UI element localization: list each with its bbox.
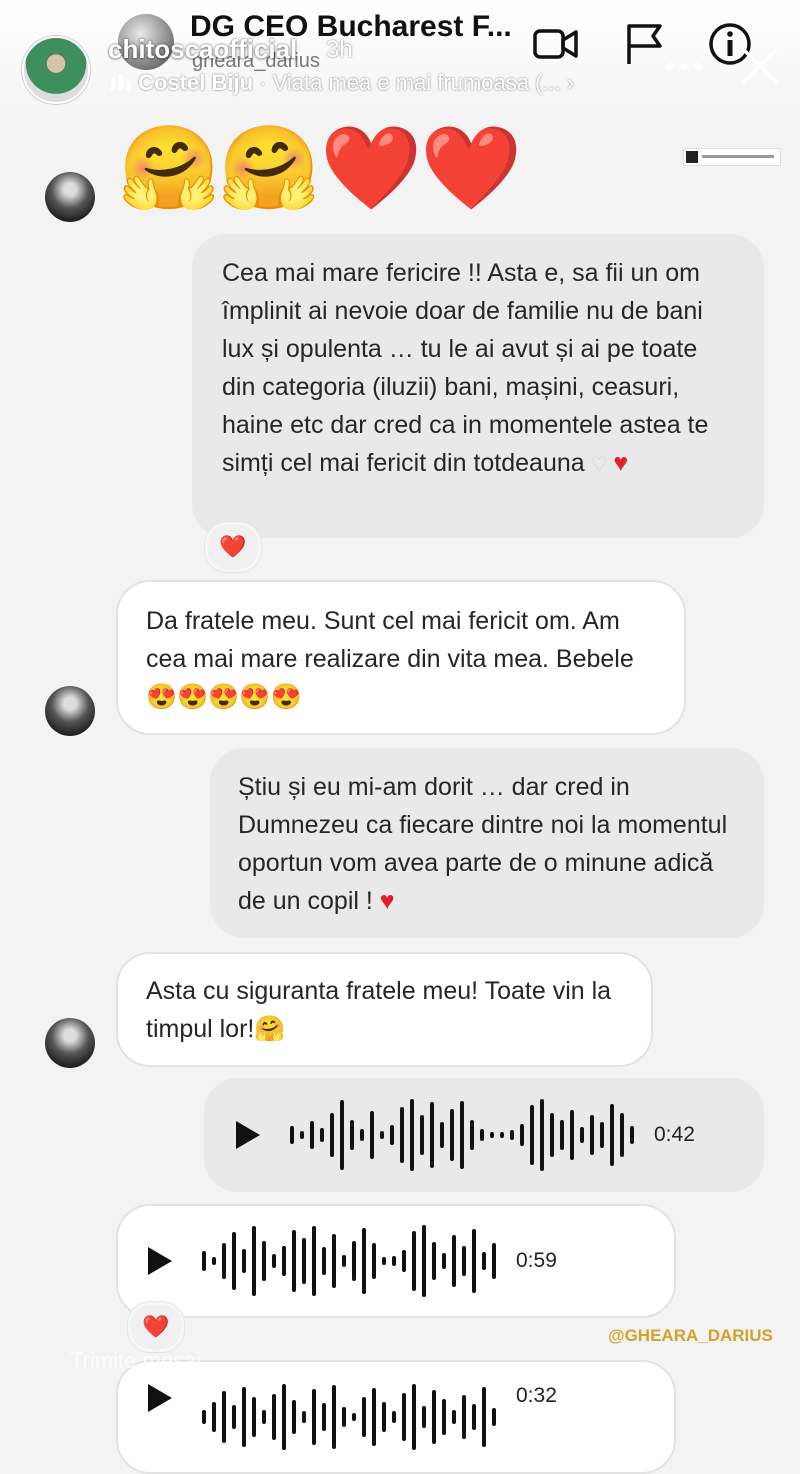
flag-icon[interactable] — [620, 20, 668, 68]
audio-waveform[interactable] — [290, 1099, 634, 1171]
white-heart-icon: ♥ — [591, 449, 607, 477]
message-bubble-incoming[interactable]: Da fratele meu. Sunt cel mai fericit om.… — [116, 580, 686, 735]
voice-duration: 0:59 — [516, 1249, 557, 1272]
contact-avatar — [45, 172, 95, 222]
reaction-heart-icon: ❤️ — [142, 1314, 170, 1339]
voice-message-incoming[interactable]: 0:32 — [116, 1360, 676, 1474]
voice-message-incoming[interactable]: 0:59 — [116, 1204, 676, 1318]
reaction-badge[interactable]: ❤️ — [205, 522, 261, 572]
play-icon[interactable] — [148, 1384, 172, 1412]
chevron-right-icon: › — [566, 70, 575, 95]
message-text: Da fratele meu. Sunt cel mai fericit om.… — [146, 607, 634, 711]
contact-avatar — [45, 1018, 95, 1068]
music-separator: · — [259, 70, 267, 95]
story-time: 3h — [326, 36, 353, 63]
more-options-icon[interactable] — [664, 60, 704, 72]
message-bubble-outgoing[interactable]: Știu și eu mi-am dorit … dar cred in Dum… — [210, 748, 764, 938]
voice-message-outgoing[interactable]: 0:42 — [204, 1078, 764, 1192]
red-heart-icon: ♥ — [379, 887, 395, 915]
message-text: Asta cu siguranta fratele meu! Toate vin… — [146, 977, 612, 1043]
shared-post-thumbnail[interactable] — [683, 148, 781, 166]
voice-duration: 0:42 — [654, 1123, 695, 1146]
play-icon[interactable] — [236, 1121, 260, 1149]
music-artist: Costel Biju — [138, 70, 254, 95]
message-body: Știu și eu mi-am dorit … dar cred in Dum… — [238, 773, 728, 915]
red-heart-icon: ♥ — [613, 449, 629, 477]
reaction-badge[interactable]: ❤️ — [128, 1302, 184, 1352]
story-username[interactable]: chitoscaofficial — [108, 34, 297, 65]
contact-avatar — [45, 686, 95, 736]
message-text: Cea mai mare fericire !! Asta e, sa fii … — [222, 254, 734, 482]
message-body: Cea mai mare fericire !! Asta e, sa fii … — [222, 259, 709, 477]
emoji-heart-2: ❤️ — [420, 123, 523, 214]
audio-waveform[interactable] — [202, 1384, 496, 1450]
emoji-hug-1: 🤗 — [118, 123, 221, 214]
message-text: Știu și eu mi-am dorit … dar cred in Dum… — [238, 768, 736, 920]
story-avatar[interactable] — [22, 36, 90, 104]
play-icon[interactable] — [148, 1247, 172, 1275]
message-bubble-outgoing[interactable]: Cea mai mare fericire !! Asta e, sa fii … — [192, 234, 764, 538]
emoji-heart-1: ❤️ — [320, 123, 423, 214]
music-title: Viata mea e mai frumoasa (... — [272, 70, 561, 95]
video-call-icon[interactable] — [532, 20, 580, 68]
music-info[interactable]: Costel Biju · Viata mea e mai frumoasa (… — [110, 70, 574, 96]
emoji-hug-2: 🤗 — [218, 123, 321, 214]
reply-input[interactable]: Trimite mesaj — [70, 1348, 201, 1374]
watermark: @GHEARA_DARIUS — [608, 1326, 773, 1345]
close-icon[interactable] — [740, 46, 780, 86]
voice-duration: 0:32 — [516, 1384, 557, 1407]
music-bars-icon — [111, 74, 131, 91]
reaction-heart-icon: ❤️ — [219, 534, 247, 559]
audio-waveform[interactable] — [202, 1225, 496, 1297]
message-bubble-incoming[interactable]: Asta cu siguranta fratele meu! Toate vin… — [116, 952, 653, 1067]
